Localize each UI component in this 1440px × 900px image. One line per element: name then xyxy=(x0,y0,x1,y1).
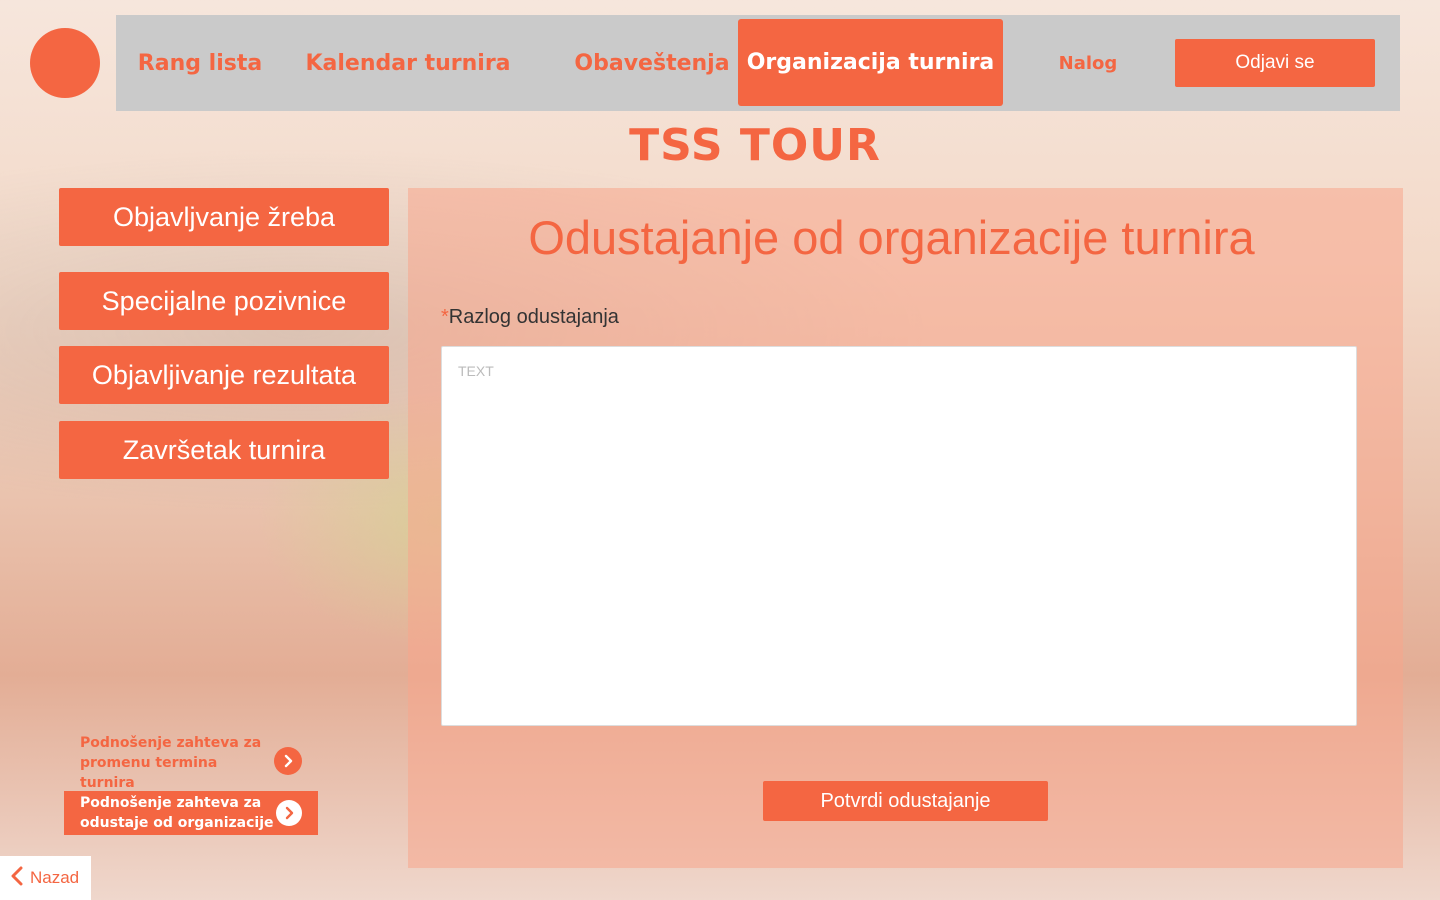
nav-nalog[interactable]: Nalog xyxy=(1048,15,1128,111)
top-navigation: Rang lista Kalendar turnira Obaveštenja … xyxy=(116,15,1400,111)
reason-label-text: Razlog odustajanja xyxy=(448,306,619,328)
chevron-right-icon[interactable] xyxy=(276,800,302,826)
sidebar-item-objavljivanje-zreba[interactable]: Objavljvanje žreba xyxy=(59,188,389,246)
logo[interactable] xyxy=(30,28,100,98)
back-button[interactable]: Nazad xyxy=(0,856,91,900)
nav-obavestenja[interactable]: Obaveštenja xyxy=(572,15,732,111)
chevron-right-icon[interactable] xyxy=(274,747,302,775)
logout-button[interactable]: Odjavi se xyxy=(1175,39,1375,87)
chevron-left-icon xyxy=(10,866,24,891)
back-label: Nazad xyxy=(30,868,80,887)
reason-label: *Razlog odustajanja xyxy=(441,306,619,329)
sidebar-item-specijalne-pozivnice[interactable]: Specijalne pozivnice xyxy=(59,272,389,330)
confirm-withdraw-button[interactable]: Potvrdi odustajanje xyxy=(763,781,1048,821)
nav-organizacija-turnira[interactable]: Organizacija turnira xyxy=(738,19,1003,106)
request-reschedule-link[interactable]: Podnošenje zahteva za promenu termina tu… xyxy=(80,733,270,793)
nav-kalendar-turnira[interactable]: Kalendar turnira xyxy=(305,15,510,111)
page-title: Odustajanje od organizacije turnira xyxy=(528,211,1255,264)
required-mark: * xyxy=(441,306,449,328)
nav-rang-lista[interactable]: Rang lista xyxy=(130,15,270,111)
sidebar-item-objavljivanje-rezultata[interactable]: Objavljivanje rezultata xyxy=(59,346,389,404)
brand-title: TSS TOUR xyxy=(629,120,881,171)
sidebar-item-zavrsetak-turnira[interactable]: Završetak turnira xyxy=(59,421,389,479)
reason-textarea[interactable] xyxy=(441,346,1357,726)
